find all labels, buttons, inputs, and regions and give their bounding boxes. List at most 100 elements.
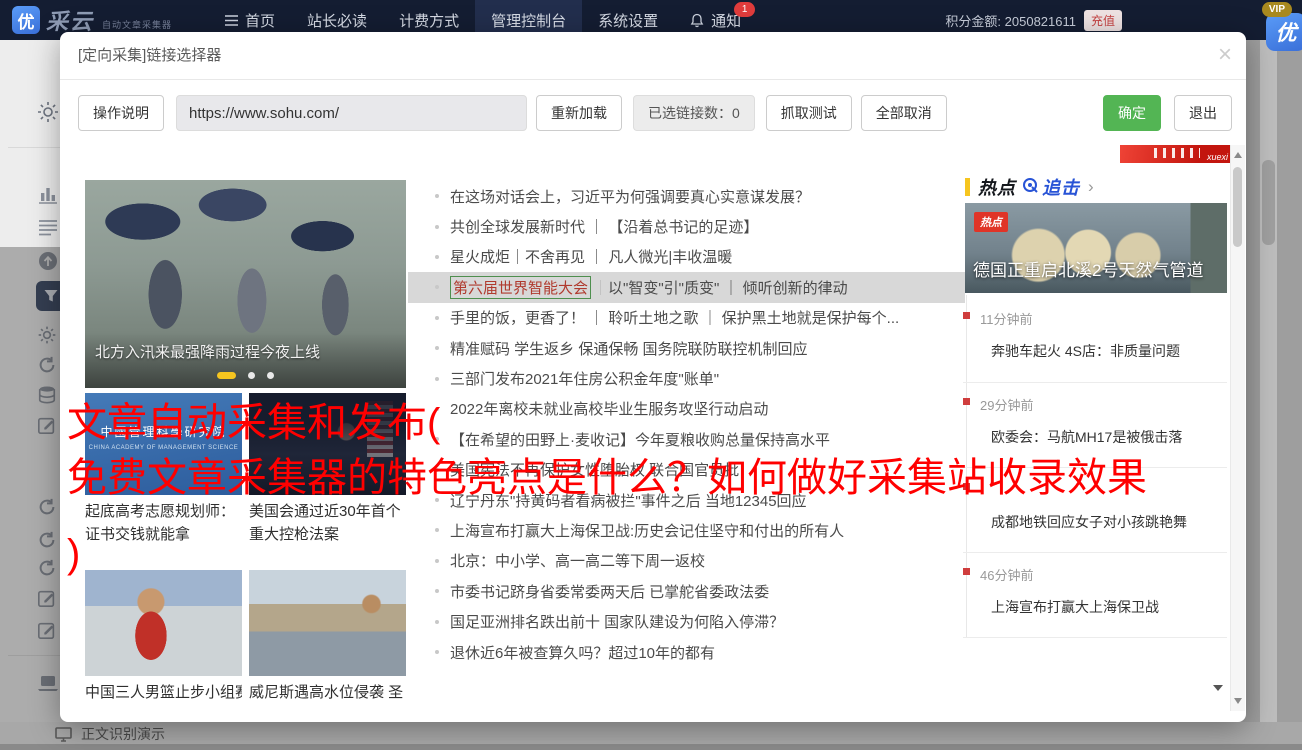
edit-square-icon[interactable] (37, 588, 59, 610)
timeline-title[interactable]: 奔驰车起火 4S店：非质量问题 (991, 341, 1180, 361)
bullet-icon (435, 224, 439, 229)
hot-badge: 热点 (974, 212, 1008, 232)
promo-banner[interactable]: xuexi (1120, 145, 1233, 163)
edit-square-icon[interactable] (37, 620, 59, 642)
hot-pursuit-header[interactable]: 热点 追击 › (965, 174, 1094, 200)
content-scrollbar-thumb[interactable] (1233, 167, 1242, 247)
news-item[interactable]: 精准赋码 学生返乡 保通保畅 国务院联防联控机制回应 (435, 333, 965, 363)
article-card[interactable]: 美国会通过近30年首个重大控枪法案 (249, 393, 406, 546)
database-icon[interactable] (37, 385, 59, 407)
carousel-caption[interactable]: 北方入汛来最强降雨过程今夜上线 (95, 341, 320, 362)
news-item[interactable]: 辽宁丹东"持黄码者看病被拦"事件之后 当地12345回应 (435, 485, 965, 515)
collapse-arrow-icon[interactable] (1213, 685, 1223, 691)
card-caption[interactable]: 起底高考志愿规划师：证书交钱就能拿 (85, 501, 242, 546)
refresh-circle-icon[interactable] (37, 355, 59, 377)
article-card[interactable]: 中国三人男篮止步小组赛 (85, 570, 242, 705)
divider (963, 637, 1227, 638)
page-scrollbar-thumb[interactable] (1262, 160, 1275, 245)
url-input[interactable] (176, 95, 527, 131)
news-item[interactable]: 美国宪法不再保护女性堕胎权 联合国官员批 (435, 455, 965, 485)
edit-square-icon[interactable] (37, 415, 59, 437)
confirm-button[interactable]: 确定 (1103, 95, 1161, 131)
carousel-dot[interactable] (267, 372, 274, 379)
scroll-down-icon[interactable] (1234, 698, 1242, 704)
banner-marks (1154, 148, 1200, 158)
news-item[interactable]: 共创全球发展新时代 ｜ 【沿着总书记的足迹】 (435, 211, 965, 241)
news-item[interactable]: 北京：中小学、高一高二等下周一返校 (435, 546, 965, 576)
news-item[interactable]: 市委书记跻身省委常委两天后 已掌舵省委政法委 (435, 576, 965, 606)
timeline-title[interactable]: 欧委会：马航MH17是被俄击落 (991, 427, 1182, 447)
bullet-icon (435, 376, 439, 381)
carousel-dot[interactable] (248, 372, 255, 379)
notification-badge: 1 (734, 2, 756, 17)
monitor-icon (55, 726, 72, 742)
bullet-icon (963, 312, 970, 319)
close-icon[interactable]: × (1218, 42, 1232, 68)
card-caption[interactable]: 美国会通过近30年首个重大控枪法案 (249, 501, 406, 546)
timeline-entry[interactable]: 29分钟前 欧委会：马航MH17是被俄击落 (963, 382, 1227, 468)
link-selector-dialog: [定向采集]链接选择器 × 操作说明 重新加载 已选链接数：0 抓取测试 全部取… (60, 32, 1246, 722)
cancel-all-button[interactable]: 全部取消 (860, 95, 947, 131)
list-icon[interactable] (37, 216, 59, 238)
news-item[interactable]: 退休近6年被查算久吗？超过10年的都有 (435, 637, 965, 667)
news-item[interactable]: 国足亚洲排名跌出前十 国家队建设为何陷入停滞？ (435, 606, 965, 636)
bullet-icon (435, 406, 439, 411)
content-recognition-demo-item[interactable]: 正文识别演示 (55, 724, 165, 744)
help-button[interactable]: 操作说明 (78, 95, 164, 131)
gear-small-icon[interactable] (37, 325, 59, 347)
news-item[interactable]: 手里的饭，更香了！ ｜ 聆听土地之歌 ｜ 保护黑土地就是保护每个... (435, 303, 965, 333)
news-item[interactable]: 星火成炬｜不舍再见 ｜ 凡人微光|丰收温暖 (435, 242, 965, 272)
card-caption[interactable]: 威尼斯遇高水位侵袭 圣 (249, 682, 406, 705)
timeline-title[interactable]: 成都地铁回应女子对小孩跳艳舞 (991, 512, 1187, 532)
carousel-dot-active[interactable] (217, 372, 236, 379)
news-item[interactable]: 在这场对话会上，习近平为何强调要真心实意谋发展？ (435, 181, 965, 211)
scroll-up-icon[interactable] (1234, 152, 1242, 158)
bar-chart-icon[interactable] (37, 183, 59, 205)
timeline-time: 11分钟前 (980, 312, 1033, 327)
bullet-icon (435, 194, 439, 199)
dialog-title: [定向采集]链接选择器 (60, 32, 1246, 80)
app-root: 优 采云 自动文章采集器 首页 站长必读 计费方式 管理控制台 系统设置 通知 … (0, 0, 1302, 750)
recharge-button[interactable]: 充值 (1083, 9, 1122, 31)
bullet-icon (435, 589, 439, 594)
upload-icon[interactable] (37, 250, 59, 272)
exit-button[interactable]: 退出 (1174, 95, 1232, 131)
avatar[interactable]: 优 (1266, 13, 1302, 51)
news-item[interactable]: 三部门发布2021年住房公积金年度"账单" (435, 363, 965, 393)
hot-news-photo[interactable]: 热点 德国正重启北溪2号天然气管道 (965, 203, 1227, 293)
bullet-icon (435, 437, 439, 442)
content-scrollbar[interactable] (1230, 145, 1245, 711)
card-image (249, 393, 406, 495)
gear-icon[interactable] (36, 100, 60, 129)
reload-button[interactable]: 重新加载 (536, 95, 622, 131)
news-list: 在这场对话会上，习近平为何强调要真心实意谋发展？ 共创全球发展新时代 ｜ 【沿着… (408, 181, 965, 667)
chevron-right-icon: › (1088, 177, 1094, 196)
bullet-icon (435, 558, 439, 563)
refresh-icon[interactable] (37, 530, 59, 552)
laptop-icon[interactable] (37, 672, 59, 694)
timeline-title[interactable]: 上海宣布打赢大上海保卫战 (991, 597, 1159, 617)
selected-count-badge: 已选链接数：0 (633, 95, 755, 131)
article-card[interactable]: 威尼斯遇高水位侵袭 圣 (249, 570, 406, 705)
bullet-icon (435, 467, 439, 472)
embedded-webpage: xuexi 北方入汛来最强降雨过程今夜上线 中國管理科學研究院 CHINA AC… (75, 145, 1245, 711)
hot-photo-caption[interactable]: 德国正重启北溪2号天然气管道 (973, 256, 1203, 281)
card-image (85, 570, 242, 676)
timeline-entry[interactable]: 11分钟前 奔驰车起火 4S店：非质量问题 (963, 297, 1227, 382)
news-item-highlighted[interactable]: 第六届世界智能大会 ｜ 以"智变"引"质变" ｜ 倾听创新的律动 (408, 272, 965, 303)
refresh-icon[interactable] (37, 558, 59, 580)
news-item[interactable]: 2022年离校未就业高校毕业生服务攻坚行动启动 (435, 394, 965, 424)
card-caption[interactable]: 中国三人男篮止步小组赛 (85, 682, 242, 705)
page-scrollbar[interactable] (1260, 40, 1277, 722)
grab-test-button[interactable]: 抓取测试 (765, 95, 852, 131)
refresh-icon[interactable] (37, 497, 59, 519)
vip-badge: VIP (1261, 2, 1292, 17)
news-item[interactable]: 上海宣布打赢大上海保卫战:历史会记住坚守和付出的所有人 (435, 515, 965, 545)
selected-link-box[interactable]: 第六届世界智能大会 (450, 275, 592, 299)
article-card[interactable]: 中國管理科學研究院 CHINA ACADEMY OF MANAGEMENT SC… (85, 393, 242, 546)
carousel[interactable]: 北方入汛来最强降雨过程今夜上线 (85, 180, 406, 388)
news-item[interactable]: 【在希望的田野上·麦收记】今年夏粮收购总量保持高水平 (435, 424, 965, 454)
timeline-entry[interactable]: 成都地铁回应女子对小孩跳艳舞 (963, 467, 1227, 553)
card-image: 中國管理科學研究院 CHINA ACADEMY OF MANAGEMENT SC… (85, 393, 242, 495)
timeline-entry[interactable]: 46分钟前 上海宣布打赢大上海保卫战 (963, 552, 1227, 638)
